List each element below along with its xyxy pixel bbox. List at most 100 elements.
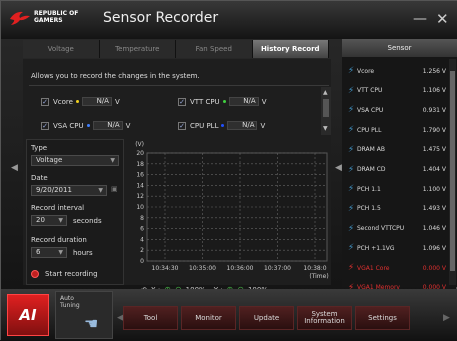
- lightning-icon: ⚡: [347, 203, 355, 214]
- monitor-button[interactable]: Monitor: [181, 306, 236, 330]
- sensor-name: VSA CPU: [357, 106, 384, 114]
- date-value: 9/20/2011: [36, 186, 72, 194]
- minimize-button[interactable]: —: [413, 11, 427, 27]
- sensor-name: CPU PLL: [357, 126, 382, 134]
- tab-fan-speed[interactable]: Fan Speed: [176, 40, 253, 58]
- system-information-button[interactable]: System Information: [297, 306, 352, 330]
- auto-tuning-label: Auto Tuning: [60, 295, 80, 309]
- rog-logo-icon: [10, 11, 30, 25]
- sensor-value: 1.106 V: [422, 87, 446, 95]
- item-cpu-pll-value: N/A: [227, 121, 258, 130]
- interval-label: Record interval: [31, 204, 85, 212]
- brand-line-2: GAMERS: [34, 17, 63, 24]
- sensor-scroll-thumb[interactable]: [450, 71, 455, 271]
- unit-label: V: [114, 97, 120, 106]
- sensor-name: VTT CPU: [357, 87, 383, 95]
- sensor-row[interactable]: ⚡ Second VTTCPU 1.046 V: [342, 219, 446, 239]
- sensor-row[interactable]: ⚡ DRAM AB 1.475 V: [342, 140, 446, 160]
- lightning-icon: ⚡: [347, 164, 355, 175]
- unit-label: V: [125, 121, 131, 130]
- items-scrollbar[interactable]: ▲ ▼: [321, 87, 331, 135]
- close-button[interactable]: ✕: [436, 10, 449, 28]
- scroll-down-icon[interactable]: ▼: [323, 125, 328, 132]
- settings-button[interactable]: Settings: [355, 306, 410, 330]
- x-tick-label: 10:34:30: [152, 265, 179, 272]
- sensor-row[interactable]: ⚡ VSA CPU 0.931 V: [342, 100, 446, 120]
- sensor-row[interactable]: ⚡ PCH 1.5 1.493 V: [342, 199, 446, 219]
- item-vcore-value: N/A: [81, 97, 112, 106]
- sensor-header: Sensor: [342, 39, 457, 57]
- tab-temperature[interactable]: Temperature: [99, 40, 176, 58]
- update-button[interactable]: Update: [239, 306, 294, 330]
- sensor-panel: Sensor ⚡ Vcore 1.256 V ⚡ VTT CPU 1.106 V ⚡ VSA …: [342, 39, 457, 293]
- checkbox-vsa-cpu[interactable]: ✓: [41, 121, 49, 130]
- sensor-name: VGA1 Core: [357, 264, 390, 272]
- item-cpu-pll[interactable]: ✓ CPU PLL N/A V: [178, 121, 265, 130]
- x-axis-label: (Time): [309, 273, 328, 280]
- x-tick-label: 10:37:00: [264, 265, 291, 272]
- bottom-dock: AI Auto Tuning ☚ ◀ Tool Monitor Update S…: [1, 289, 457, 341]
- chart-svg: 2018161412108642010:34:30 10:35:00 10:36:0…: [135, 141, 328, 280]
- item-vtt-cpu[interactable]: ✓ VTT CPU N/A V: [178, 97, 266, 106]
- sensor-row[interactable]: ⚡ Vcore 1.256 V: [342, 61, 446, 81]
- checkbox-cpu-pll[interactable]: ✓: [178, 121, 186, 130]
- lightning-icon: ⚡: [347, 184, 355, 195]
- item-vsa-cpu[interactable]: ✓ VSA CPU N/A V: [41, 121, 130, 130]
- duration-label: Record duration: [31, 236, 87, 244]
- unit-label: V: [260, 121, 266, 130]
- scroll-up-icon[interactable]: ▲: [323, 89, 328, 96]
- chevron-down-icon: ▼: [98, 187, 103, 194]
- brand-text: REPUBLIC OF GAMERS: [34, 10, 78, 24]
- calendar-icon[interactable]: ▣: [111, 185, 118, 193]
- sensor-row[interactable]: ⚡ PCH +1.1VG 1.096 V: [342, 238, 446, 258]
- sensor-value: 1.404 V: [422, 166, 446, 173]
- item-cpu-pll-label: CPU PLL: [190, 121, 219, 130]
- item-vtt-cpu-label: VTT CPU: [190, 97, 220, 106]
- sensor-value: 1.475 V: [422, 146, 446, 154]
- ai-suite-logo-icon: AI: [7, 294, 49, 336]
- type-select[interactable]: Voltage ▼: [31, 155, 119, 166]
- hand-pointer-icon: ☚: [84, 314, 99, 333]
- sensor-row[interactable]: ⚡ VGA1 Core 0.000 V: [342, 258, 446, 278]
- interval-select[interactable]: 20 ▼: [31, 215, 67, 226]
- scroll-thumb[interactable]: [323, 99, 329, 117]
- start-recording-button[interactable]: Start recording: [31, 270, 98, 278]
- tab-voltage[interactable]: Voltage: [23, 40, 100, 58]
- panel-description: Allows you to record the changes in the …: [31, 72, 200, 80]
- sensor-name: PCH 1.5: [357, 205, 381, 213]
- panel-arrow-icon[interactable]: ◀: [335, 163, 342, 173]
- record-controls: Type Voltage ▼ Date 9/20/2011 ▼ ▣ Record…: [26, 139, 124, 285]
- lightning-icon: ⚡: [347, 243, 355, 254]
- sensor-row[interactable]: ⚡ CPU PLL 1.790 V: [342, 120, 446, 140]
- sensor-row[interactable]: ⚡ PCH 1.1 1.100 V: [342, 179, 446, 199]
- auto-tuning-button[interactable]: Auto Tuning ☚: [55, 291, 113, 339]
- lightning-icon: ⚡: [347, 85, 355, 96]
- left-arrow-icon[interactable]: ◀: [11, 163, 18, 173]
- sensor-value: 1.046 V: [422, 225, 446, 233]
- duration-value: 6: [36, 248, 41, 256]
- y-tick-label: 18: [136, 161, 144, 168]
- sensor-row[interactable]: ⚡ DRAM CD 1.404 V: [342, 160, 446, 180]
- duration-unit: hours: [73, 249, 93, 257]
- checkbox-vtt-cpu[interactable]: ✓: [178, 97, 186, 106]
- tool-button[interactable]: Tool: [123, 306, 178, 330]
- chevron-down-icon: ▼: [58, 249, 63, 256]
- y-tick-label: 8: [140, 215, 144, 222]
- item-vsa-cpu-label: VSA CPU: [53, 121, 84, 130]
- color-dot: [75, 100, 79, 103]
- interval-value: 20: [36, 216, 45, 224]
- item-vcore[interactable]: ✓ Vcore N/A V: [41, 97, 120, 106]
- date-select[interactable]: 9/20/2011 ▼: [31, 185, 107, 196]
- duration-select[interactable]: 6 ▼: [31, 247, 67, 258]
- tab-history-record[interactable]: History Record: [252, 40, 329, 58]
- sensor-row[interactable]: ⚡ VTT CPU 1.106 V: [342, 81, 446, 101]
- dock-right-arrow-icon[interactable]: ▶: [443, 313, 450, 323]
- y-axis-label: (V): [135, 141, 144, 148]
- checkbox-vcore[interactable]: ✓: [41, 97, 49, 106]
- y-tick-label: 6: [140, 226, 144, 233]
- tab-bar: Voltage Temperature Fan Speed History Re…: [23, 40, 329, 58]
- item-vcore-label: Vcore: [53, 97, 73, 106]
- sensor-scrollbar[interactable]: [449, 59, 456, 285]
- type-value: Voltage: [36, 156, 63, 164]
- lightning-icon: ⚡: [347, 144, 355, 155]
